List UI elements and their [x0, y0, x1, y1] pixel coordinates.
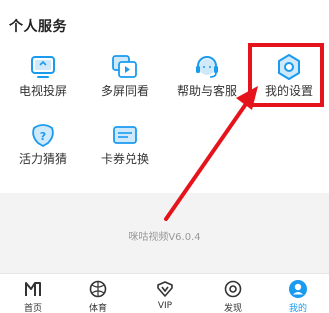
service-help[interactable]: 帮助与客服	[167, 50, 247, 112]
service-coupon[interactable]: 卡券兑换	[85, 118, 165, 180]
multi-screen-icon	[112, 55, 137, 78]
footer-area: 咪咕视频V6.0.4	[0, 193, 329, 273]
tab-label: 发现	[223, 304, 242, 313]
bottom-tab-bar: 首页 体育 VIP 发现 我的	[0, 273, 329, 313]
tab-label: 首页	[23, 304, 42, 313]
service-label: 多屏同看	[100, 84, 149, 98]
service-label: 活力猜猜	[18, 152, 67, 166]
tab-discover[interactable]: 发现	[203, 274, 263, 313]
tab-label: VIP	[157, 301, 173, 311]
version-text: 咪咕视频V6.0.4	[128, 232, 201, 243]
svg-text:?: ?	[40, 130, 46, 143]
home-logo-icon	[25, 282, 41, 296]
tab-sports[interactable]: 体育	[68, 274, 128, 313]
service-label: 电视投屏	[18, 84, 67, 98]
guess-icon: ?	[32, 124, 54, 148]
tab-home[interactable]: 首页	[3, 274, 63, 313]
ball-icon	[89, 280, 107, 298]
discover-icon	[224, 280, 242, 298]
section-title: 个人服务	[9, 19, 67, 35]
service-guess[interactable]: ? 活力猜猜	[3, 118, 83, 180]
service-label: 帮助与客服	[176, 84, 237, 98]
user-icon	[289, 280, 307, 298]
service-tv-cast[interactable]: 电视投屏	[3, 50, 83, 112]
customer-service-icon	[196, 56, 218, 78]
tab-mine[interactable]: 我的	[268, 274, 328, 313]
coupon-icon	[113, 126, 137, 144]
service-multi-screen[interactable]: 多屏同看	[85, 50, 165, 112]
tab-label: 我的	[288, 304, 307, 313]
vip-icon	[157, 281, 173, 297]
service-label: 卡券兑换	[100, 152, 149, 166]
highlight-box	[248, 43, 324, 107]
tab-vip[interactable]: VIP	[135, 274, 195, 313]
tab-label: 体育	[88, 304, 107, 313]
tv-cast-icon	[31, 56, 55, 78]
